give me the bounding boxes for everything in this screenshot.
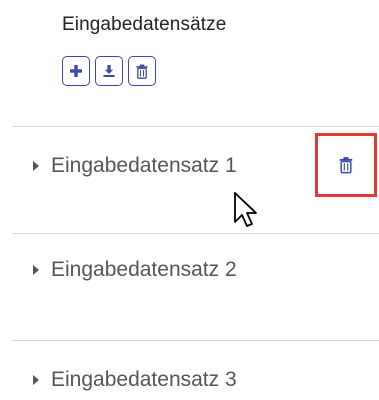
divider <box>12 126 379 127</box>
plus-icon <box>70 65 82 77</box>
download-records-button[interactable] <box>95 56 123 86</box>
record-label: Eingabedatensatz 1 <box>51 154 237 177</box>
add-record-button[interactable] <box>62 56 90 86</box>
expand-caret-icon[interactable] <box>33 375 39 385</box>
list-item-record-2[interactable]: Eingabedatensatz 2 <box>12 250 379 290</box>
list-item-record-1[interactable]: Eingabedatensatz 1 <box>12 133 379 197</box>
trash-icon <box>339 157 353 174</box>
panel-title: Eingabedatensätze <box>62 14 227 35</box>
toolbar <box>62 56 156 86</box>
delete-all-records-button[interactable] <box>128 56 156 86</box>
record-label: Eingabedatensatz 3 <box>51 368 237 391</box>
download-icon <box>103 65 115 77</box>
divider <box>12 233 379 234</box>
delete-record-button[interactable] <box>315 133 377 197</box>
expand-caret-icon[interactable] <box>33 265 39 275</box>
list-item-record-3[interactable]: Eingabedatensatz 3 <box>12 360 379 400</box>
record-label: Eingabedatensatz 2 <box>51 258 237 281</box>
expand-caret-icon[interactable] <box>33 161 39 171</box>
divider <box>12 340 379 341</box>
trash-icon <box>136 64 148 79</box>
mouse-pointer-icon <box>234 192 257 227</box>
